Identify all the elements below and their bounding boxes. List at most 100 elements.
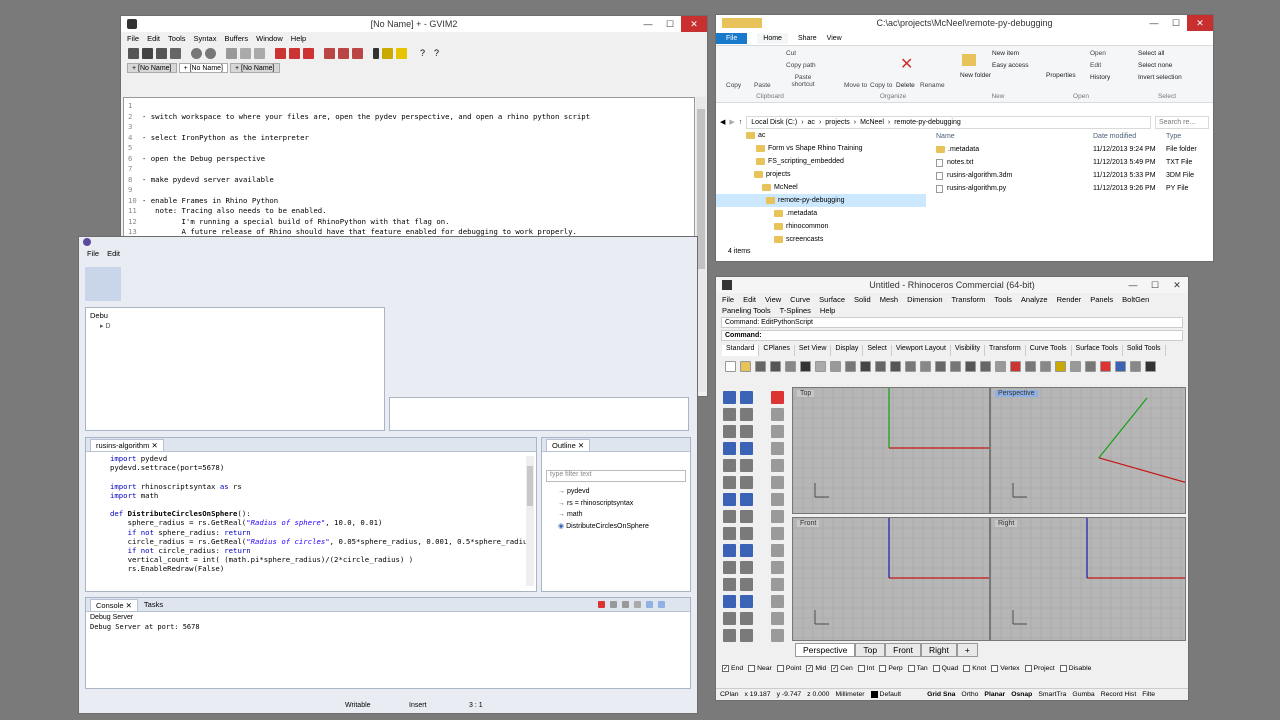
tasks-tab[interactable]: Tasks (144, 600, 163, 609)
rhino-side-tool-icon[interactable] (771, 561, 784, 574)
editor-tab-rusins[interactable]: rusins-algorithm ✕ (90, 438, 164, 451)
select-none-button[interactable]: Select none (1138, 62, 1172, 69)
copy-button[interactable]: Copy (726, 82, 741, 89)
status-ortho[interactable]: Ortho (961, 691, 978, 698)
tree-item[interactable]: ac (716, 129, 926, 142)
copy-to-button[interactable]: Copy to (870, 82, 892, 89)
history-button[interactable]: History (1090, 74, 1110, 81)
save-icon[interactable] (142, 47, 153, 59)
status-cplane[interactable]: CPlan (720, 691, 739, 698)
viewport-right[interactable]: Right (990, 517, 1186, 641)
rhino-side-tool-icon[interactable] (723, 595, 736, 608)
viewport-tab[interactable]: Top (855, 643, 886, 657)
rhino-side-tool-icon[interactable] (740, 391, 753, 404)
menu-tools[interactable]: Tools (168, 34, 186, 43)
make-icon[interactable] (373, 47, 379, 59)
rhino-side-tool-icon[interactable] (723, 510, 736, 523)
checkbox[interactable] (907, 665, 915, 672)
rhino-tool-icon[interactable] (875, 360, 886, 372)
delete-button[interactable]: Delete (896, 82, 915, 89)
rhino-menu-item[interactable]: BoltGen (1122, 295, 1149, 304)
osnap-int[interactable]: Int (857, 665, 874, 672)
toolbar-tab[interactable]: Surface Tools (1072, 345, 1123, 356)
rhino-side-tool-icon[interactable] (723, 408, 736, 421)
rhino-menu-item[interactable]: Panels (1090, 295, 1113, 304)
rhino-side-tool-icon[interactable] (740, 595, 753, 608)
osnap-end[interactable]: ✓ End (722, 665, 743, 672)
col-name[interactable]: Name (930, 133, 1093, 140)
menu-help[interactable]: Help (291, 34, 306, 43)
status-record-history[interactable]: Record Hist (1101, 691, 1137, 698)
rhino-side-tool-icon[interactable] (740, 425, 753, 438)
explorer-titlebar[interactable]: C:\ac\projects\McNeel\remote-py-debuggin… (716, 15, 1213, 31)
rhino-tool-icon[interactable] (785, 360, 796, 372)
toolbar-tab[interactable]: Select (863, 345, 892, 356)
toolbar-tab[interactable]: Transform (985, 345, 1026, 356)
checkbox[interactable] (879, 665, 887, 672)
rhino-menu-item[interactable]: Paneling Tools (722, 306, 771, 315)
outline-item[interactable]: → rs = rhinoscriptsyntax (558, 498, 690, 510)
console-tab[interactable]: Console ✕ (90, 598, 138, 611)
rhino-side-tool-icon[interactable] (740, 476, 753, 489)
rhino-side-tool-icon[interactable] (740, 510, 753, 523)
status-layer[interactable]: Default (880, 691, 902, 698)
viewport-perspective[interactable]: Perspective (990, 387, 1186, 514)
scroll-lock-icon[interactable] (646, 601, 653, 608)
rhino-side-tool-icon[interactable] (771, 578, 784, 591)
osnap-cen[interactable]: ✓ Cen (831, 665, 853, 672)
rhino-side-tool-icon[interactable] (771, 442, 784, 455)
edit-button[interactable]: Edit (1090, 62, 1101, 69)
outline-item[interactable]: → pydevd (558, 486, 690, 498)
osnap-disable[interactable]: Disable (1059, 665, 1091, 672)
status-planar[interactable]: Planar (984, 691, 1005, 698)
close-icon[interactable]: ✕ (1166, 277, 1188, 293)
find-prev-icon[interactable] (303, 47, 314, 59)
gvim-titlebar[interactable]: [No Name] + - GVIM2 — ☐ ✕ (121, 16, 707, 32)
outline-filter-input[interactable]: type filter text (546, 470, 686, 482)
osnap-mid[interactable]: ✓ Mid (806, 665, 826, 672)
rhino-menu-item[interactable]: Edit (743, 295, 756, 304)
checkbox[interactable] (776, 665, 784, 672)
gvim-tab-1[interactable]: + [No Name] (127, 63, 177, 73)
rhino-tool-icon[interactable] (920, 360, 931, 372)
tree-item[interactable]: remote-py-debugging (716, 194, 926, 207)
rhino-tool-icon[interactable] (860, 360, 871, 372)
up-icon[interactable]: ↑ (739, 119, 743, 126)
rhino-side-tool-icon[interactable] (771, 425, 784, 438)
rhino-side-tool-icon[interactable] (740, 544, 753, 557)
maximize-icon[interactable]: ☐ (659, 16, 681, 32)
rhino-tool-icon[interactable] (965, 360, 976, 372)
menu-window[interactable]: Window (256, 34, 283, 43)
rhino-menu-item[interactable]: View (765, 295, 781, 304)
rhino-side-tool-icon[interactable] (723, 544, 736, 557)
rhino-tool-icon[interactable] (1010, 360, 1021, 372)
rhino-side-tool-icon[interactable] (771, 391, 784, 404)
ribbon-tab-file[interactable]: File (716, 32, 748, 44)
tree-item[interactable]: McNeel (716, 181, 926, 194)
viewport-label[interactable]: Top (797, 390, 815, 397)
rhino-tool-icon[interactable] (845, 360, 856, 372)
paste-shortcut-button[interactable]: Paste shortcut (786, 74, 820, 88)
checkbox[interactable] (991, 665, 999, 672)
shell-icon[interactable] (382, 47, 393, 59)
gvim-scroll-thumb[interactable] (697, 109, 705, 269)
rhino-side-tool-icon[interactable] (771, 595, 784, 608)
clear-console-icon[interactable] (634, 601, 641, 608)
rhino-side-tool-icon[interactable] (723, 527, 736, 540)
rename-button[interactable]: Rename (920, 82, 945, 89)
minimize-icon[interactable]: — (1143, 15, 1165, 31)
save-session-icon[interactable] (338, 47, 349, 59)
tree-item[interactable]: projects (716, 168, 926, 181)
rhino-side-tool-icon[interactable] (740, 442, 753, 455)
maximize-icon[interactable]: ☐ (1165, 15, 1187, 31)
rhino-menu-item[interactable]: Surface (819, 295, 845, 304)
status-grid-snap[interactable]: Grid Sna (927, 691, 955, 698)
rhino-tool-icon[interactable] (740, 360, 751, 372)
easy-access-button[interactable]: Easy access (992, 62, 1029, 69)
print-icon[interactable] (170, 47, 181, 59)
rhino-menu-item[interactable]: Mesh (880, 295, 898, 304)
osnap-vertex[interactable]: Vertex (991, 665, 1020, 672)
search-input[interactable]: Search re... (1155, 115, 1209, 129)
rhino-side-tool-icon[interactable] (740, 527, 753, 540)
cut-button[interactable]: Cut (786, 50, 796, 57)
